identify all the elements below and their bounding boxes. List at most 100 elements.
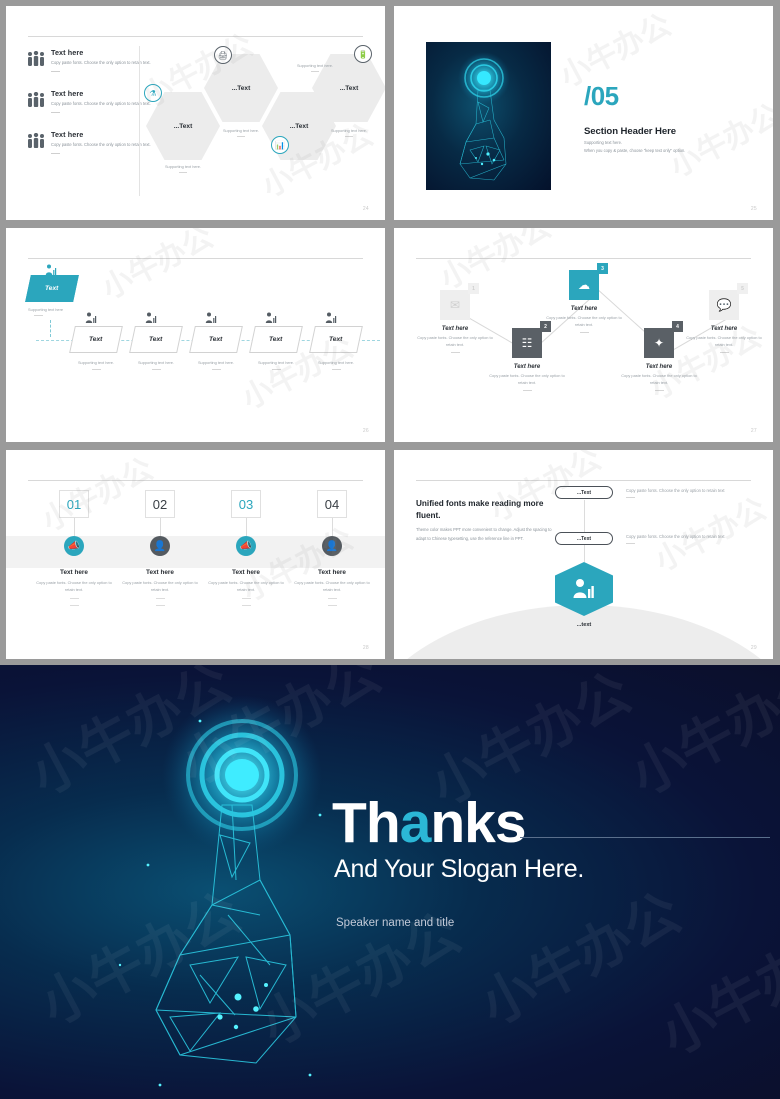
thanks-title: Thanks (332, 795, 527, 852)
feature-list: Text here Copy paste fonts. Choose the o… (26, 48, 151, 171)
step-support-3: Supporting text here. (185, 360, 247, 370)
support-text: Supporting text here. (77, 360, 115, 365)
step-support-1: Supporting text here. (65, 360, 127, 370)
section-support-line-1: Supporting text here. (584, 140, 623, 145)
list-item[interactable]: Text here Copy paste fonts. Choose the o… (26, 129, 151, 154)
step-label: Text (89, 336, 103, 343)
slide-body: Theme color makes PPT more convenient to… (416, 527, 552, 541)
timeline-step-5[interactable]: Text (309, 326, 363, 353)
support-text: Supporting text here. (317, 360, 355, 365)
step-node-2[interactable]: ☷ 2 Text here Copy paste fonts. Choose t… (489, 321, 566, 391)
person-chart-icon (84, 312, 98, 327)
person-chart-icon (264, 312, 278, 327)
divider (626, 543, 635, 544)
list-item-body: Copy paste fonts. Choose the only option… (51, 100, 151, 106)
step-label: Text (329, 336, 343, 343)
top-rule (416, 258, 751, 259)
page-number: 26 (362, 428, 369, 434)
hexagon-support-4: Supporting text here. (314, 128, 384, 137)
slide-section-header[interactable]: /05 Section Header Here Supporting text … (394, 6, 773, 220)
step-node-3[interactable]: ☁ 3 Text here Copy paste fonts. Choose t… (546, 263, 623, 333)
step-body: Copy paste fonts. Choose the only option… (30, 580, 118, 606)
step-column-2[interactable]: 02 👤 Text here Copy paste fonts. Choose … (116, 490, 204, 606)
step-support-5: Supporting text here. (305, 360, 367, 370)
divider (626, 497, 635, 498)
step-column-3[interactable]: 03 📣 Text here Copy paste fonts. Choose … (202, 490, 290, 606)
divider (51, 70, 60, 72)
step-square-5: 💬 5 (709, 283, 748, 320)
body-text: Copy paste fonts. Choose the only option… (208, 580, 284, 592)
support-text: Supporting text here. (222, 128, 260, 133)
page-number: 24 (362, 206, 369, 212)
step-body: Copy paste fonts. Choose the only option… (488, 373, 566, 391)
body-text: Copy paste fonts. Choose the only option… (546, 315, 622, 327)
step-node-1[interactable]: ✉ 1 Text here Copy paste fonts. Choose t… (417, 283, 494, 353)
watermark-text: 小牛办公 (664, 98, 773, 184)
presentation-preview-sheet: Text here Copy paste fonts. Choose the o… (0, 0, 780, 1099)
timeline-step-3[interactable]: Text (189, 326, 243, 353)
hexagon-label: ...Text (339, 84, 359, 92)
person-chart-icon (324, 312, 338, 327)
step-title: Text here (513, 364, 541, 370)
title-accent-letter: a (399, 791, 432, 855)
list-item[interactable]: Text here Copy paste fonts. Choose the o… (26, 48, 151, 72)
print-icon: 🖨 (214, 46, 232, 64)
slide-hexagon-process[interactable]: Text here Copy paste fonts. Choose the o… (6, 6, 385, 220)
step-title: Text here (318, 569, 346, 576)
people-icon (26, 50, 46, 67)
hexagon-shape-2[interactable]: ...Text (204, 54, 278, 122)
top-rule (416, 480, 751, 481)
step-column-1[interactable]: 01 📣 Text here Copy paste fonts. Choose … (30, 490, 118, 606)
divider (331, 369, 341, 370)
list-item-title: Text here (51, 88, 84, 98)
page-number: 27 (750, 428, 757, 434)
battery-icon: 🔋 (354, 45, 372, 63)
divider (327, 604, 337, 606)
body-text: Copy paste fonts. Choose the only option… (489, 373, 565, 385)
title-rule (520, 837, 770, 838)
step-column-4[interactable]: 04 👤 Text here Copy paste fonts. Choose … (288, 490, 376, 606)
slide-heading: Unified fonts make reading more fluent. (416, 499, 544, 520)
slide-zigzag-steps[interactable]: ✉ 1 Text here Copy paste fonts. Choose t… (394, 228, 773, 442)
list-item-body: Copy paste fonts. Choose the only option… (51, 141, 151, 147)
hexagon-shape-1[interactable]: ...Text (146, 92, 220, 160)
mail-icon: ✉ (449, 298, 461, 312)
list-item[interactable]: Text here Copy paste fonts. Choose the o… (26, 88, 151, 113)
timeline-step-2[interactable]: Text (129, 326, 183, 353)
timeline-step-1[interactable]: Text (69, 326, 123, 353)
page-number: 29 (750, 645, 757, 651)
watermark-text: 小牛办公 (651, 912, 780, 1067)
people-icon (26, 132, 46, 149)
pill-button-2[interactable]: ...Text (555, 532, 613, 545)
divider (345, 136, 353, 137)
timeline-lead-box[interactable]: Text (25, 275, 79, 302)
step-square-2: ☷ 2 (512, 321, 551, 358)
person-chart-icon (204, 312, 218, 327)
body-text: Copy paste fonts. Choose the only option… (686, 335, 762, 347)
hexagon-diagram: ...Text ...Text ...Text ...Text ⚗ 🖨 📊 🔋 … (144, 44, 385, 174)
divider (719, 351, 729, 353)
pill-description-2: Copy paste fonts. Choose the only option… (626, 534, 725, 544)
desc-text: Copy paste fonts. Choose the only option… (626, 534, 725, 539)
pill-description-1: Copy paste fonts. Choose the only option… (626, 488, 725, 498)
list-item-body: Copy paste fonts. Choose the only option… (51, 60, 151, 65)
timeline-lead-label: Text (45, 285, 59, 292)
divider (179, 172, 187, 173)
slide-four-steps[interactable]: 01 📣 Text here Copy paste fonts. Choose … (6, 450, 385, 659)
slide-unified-fonts[interactable]: Unified fonts make reading more fluent. … (394, 450, 773, 659)
title-part-1: Th (332, 791, 401, 855)
pill-label: ...Text (576, 489, 592, 496)
watermark-text: 小牛办公 (649, 492, 772, 578)
step-label: Text (269, 336, 283, 343)
step-body: Copy paste fonts. Choose the only option… (620, 373, 698, 391)
step-title: Text here (570, 306, 598, 312)
divider (91, 369, 101, 370)
list-item-title: Text here (51, 129, 84, 139)
step-node-5[interactable]: 💬 5 Text here Copy paste fonts. Choose t… (686, 283, 763, 353)
step-body: Copy paste fonts. Choose the only option… (202, 580, 290, 606)
slide-timeline-process[interactable]: Text Supporting text here Text Supportin… (6, 228, 385, 442)
timeline-step-4[interactable]: Text (249, 326, 303, 353)
gear-icon: ✦ (653, 336, 665, 350)
section-number: /05 (584, 81, 619, 111)
pill-button-1[interactable]: ...Text (555, 486, 613, 499)
